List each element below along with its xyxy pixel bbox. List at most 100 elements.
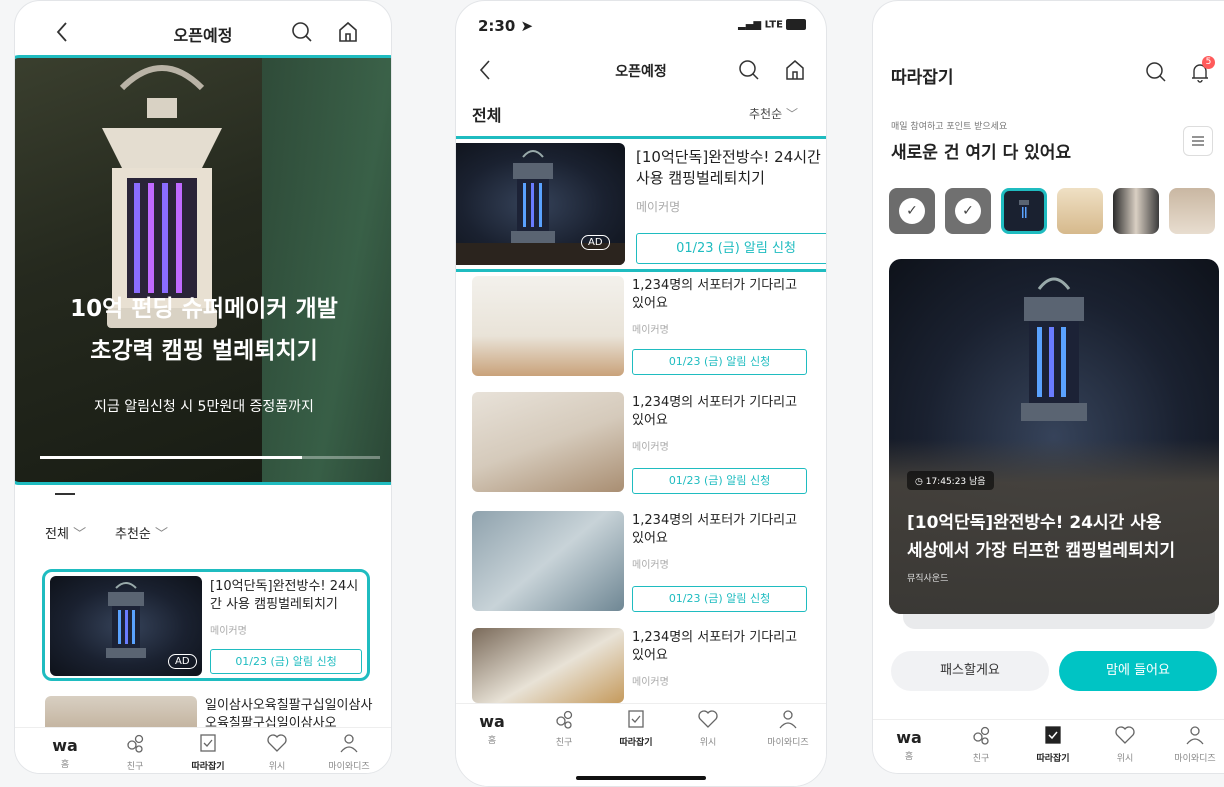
filter-sort[interactable]: 추천순 ﹀ (115, 523, 168, 542)
tab-home[interactable]: wa 홈 (470, 712, 514, 746)
story-thumb[interactable] (1113, 188, 1159, 234)
tab-label: 따라잡기 (619, 738, 653, 748)
notification-badge: 5 (1202, 56, 1215, 69)
hero-title: 10억 펀딩 슈퍼메이커 개발 초강력 캠핑 벌레퇴치기 (15, 288, 391, 372)
tab-mypage[interactable]: 마이와디즈 (758, 708, 818, 748)
friends-icon (973, 726, 990, 745)
tab-catchup[interactable]: 따라잡기 (608, 708, 664, 748)
tab-label: 홈 (487, 736, 497, 746)
friends-icon (127, 734, 144, 753)
chevron-down-icon: ﹀ (73, 527, 87, 542)
ad-badge: AD (168, 654, 197, 669)
home-indicator (576, 776, 706, 780)
product-thumbnail (472, 628, 624, 703)
timer-badge: ◷ 17:45:23 남음 (907, 471, 994, 490)
hero-title-line2: 초강력 캠핑 벌레퇴치기 (90, 338, 318, 364)
tab-label: 위시 (268, 762, 286, 772)
maker-name: 메이커명 (632, 677, 669, 688)
wadiz-logo: wa (479, 712, 505, 731)
filter-category[interactable]: 전체 ﹀ (45, 523, 86, 542)
menu-icon (1192, 136, 1204, 146)
home-icon[interactable] (784, 59, 806, 81)
tab-mypage[interactable]: 마이와디즈 (1165, 724, 1224, 764)
check-icon: ✓ (899, 198, 925, 224)
chevron-down-icon: ﹀ (785, 107, 798, 121)
story-thumb-seen[interactable]: ✓ (889, 188, 935, 234)
story-thumb-active[interactable] (1001, 188, 1047, 234)
tab-label: 친구 (126, 762, 144, 772)
card-title-line2: 세상에서 가장 터프한 캠핑벌레퇴치기 (907, 541, 1175, 561)
tab-friends[interactable]: 친구 (959, 724, 1003, 764)
hero-progress-track (40, 456, 380, 459)
tab-label: 마이와디즈 (767, 738, 809, 748)
tab-label: 마이와디즈 (328, 762, 370, 772)
timer-text: 17:45:23 남음 (925, 477, 986, 487)
maker-name: 메이커명 (210, 626, 247, 637)
like-button[interactable]: 맘에 들어요 (1059, 651, 1217, 691)
notify-button[interactable]: 01/23 (금) 알림 신청 (632, 468, 807, 494)
home-icon[interactable] (337, 21, 359, 43)
featured-title: [10억단독]완전방수! 24시간 사용 캠핑벌레퇴치기 (636, 148, 821, 187)
featured-title: [10억단독]완전방수! 24시간 사용 캠핑벌레퇴치기 (210, 579, 359, 612)
story-thumb-seen[interactable]: ✓ (945, 188, 991, 234)
tab-wish[interactable]: 위시 (255, 732, 299, 772)
catchup-icon (1045, 726, 1061, 744)
jacket-image (262, 58, 391, 482)
small-caption: 매일 참여하고 포인트 받으세요 (891, 122, 1008, 132)
sort-label: 추천순 (749, 107, 783, 121)
tab-label: 홈 (60, 760, 70, 770)
product-thumbnail: AD (456, 143, 625, 265)
back-arrow-icon[interactable] (478, 59, 492, 81)
maker-name: 메이커명 (632, 325, 669, 336)
notify-button[interactable]: 01/23 (금) 알림 신청 (210, 649, 362, 674)
tab-catchup[interactable]: 따라잡기 (183, 732, 233, 772)
tab-wish[interactable]: 위시 (686, 708, 730, 748)
notification-button[interactable]: 5 (1189, 56, 1215, 85)
tab-home[interactable]: wa 홈 (887, 728, 931, 762)
status-indicators: ▂▄▆ LTE (738, 19, 807, 31)
tab-label: 친구 (555, 738, 573, 748)
tab-wish[interactable]: 위시 (1103, 724, 1147, 764)
item-title: 1,234명의 서포터가 기다리고 있어요 (632, 278, 798, 311)
wadiz-logo: wa (896, 728, 922, 747)
back-arrow-icon[interactable] (55, 21, 69, 43)
search-icon[interactable] (291, 21, 313, 43)
section-title: 전체 (472, 106, 502, 125)
menu-button[interactable] (1183, 126, 1213, 156)
tab-friends[interactable]: 친구 (113, 732, 157, 772)
headline: 새로운 건 여기 다 있어요 (891, 143, 1072, 163)
tab-indicator (55, 493, 75, 495)
hero-banner[interactable]: 10억 펀딩 슈퍼메이커 개발 초강력 캠핑 벌레퇴치기 지금 알림신청 시 5… (15, 55, 391, 485)
maker-name: 메이커명 (636, 200, 681, 214)
catchup-icon (200, 734, 216, 752)
search-icon[interactable] (1145, 61, 1167, 83)
signal-icon: ▂▄▆ (738, 19, 762, 31)
phone-open-soon-list: 2:30 ➤ ▂▄▆ LTE 오픈예정 전체 추천순 ﹀ AD [10억단독]완… (455, 0, 827, 787)
notify-button[interactable]: 01/23 (금) 알림 신청 (632, 586, 807, 612)
story-thumb[interactable] (1057, 188, 1103, 234)
story-thumb[interactable] (1169, 188, 1215, 234)
hero-subtitle: 지금 알림신청 시 5만원대 증정품까지 (94, 399, 314, 415)
pass-button[interactable]: 패스할게요 (891, 651, 1049, 691)
maker-name: 메이커명 (632, 442, 669, 453)
chevron-down-icon: ﹀ (155, 527, 169, 542)
catchup-icon (628, 710, 644, 728)
status-time: 2:30 ➤ (478, 17, 533, 35)
battery-icon (786, 19, 807, 30)
header-title: 오픈예정 (173, 26, 233, 45)
tab-bar: wa 홈 친구 따라잡기 위시 마이와디즈 (873, 719, 1224, 773)
clock-icon: ◷ (915, 477, 923, 487)
friends-icon (556, 710, 573, 729)
card-title-line1: [10억단독]완전방수! 24시간 사용 (907, 513, 1162, 533)
filter-category-label: 전체 (45, 527, 69, 542)
heart-icon (698, 710, 718, 728)
search-icon[interactable] (738, 59, 760, 81)
sort-dropdown[interactable]: 추천순 ﹀ (749, 105, 798, 122)
tab-catchup[interactable]: 따라잡기 (1025, 724, 1081, 764)
tab-home[interactable]: wa 홈 (43, 736, 87, 770)
swipe-card[interactable]: ◷ 17:45:23 남음 [10억단독]완전방수! 24시간 사용 세상에서 … (889, 259, 1219, 614)
tab-friends[interactable]: 친구 (542, 708, 586, 748)
notify-button[interactable]: 01/23 (금) 알림 신청 (636, 233, 826, 264)
notify-button[interactable]: 01/23 (금) 알림 신청 (632, 349, 807, 375)
tab-mypage[interactable]: 마이와디즈 (321, 732, 377, 772)
